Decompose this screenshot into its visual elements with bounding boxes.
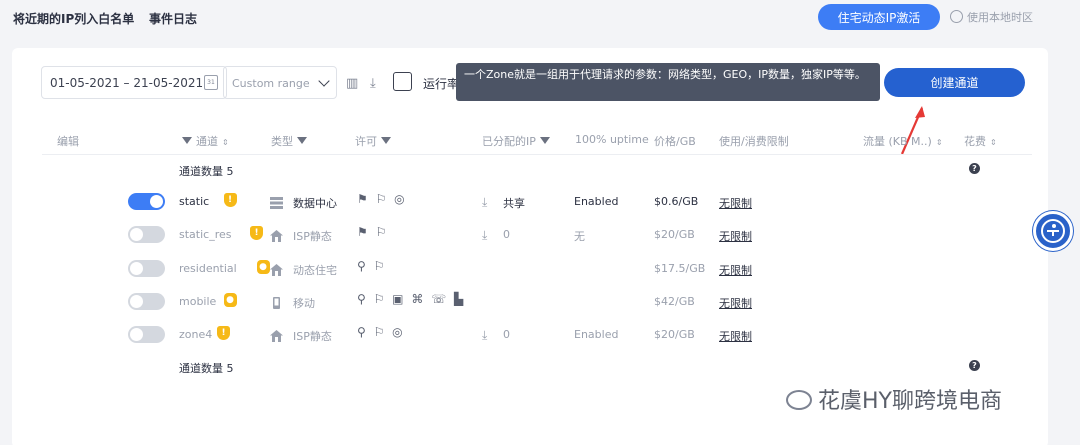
top-bar: 将近期的IP列入白名单 事件日志 住宅动态IP激活 使用本地时区 [0,0,1080,44]
zone-name[interactable]: zone4 [179,328,212,341]
activate-residential-button[interactable]: 住宅动态IP激活 [818,4,940,30]
permission-icons: ⚑ ⚐ [357,225,389,239]
zone-toggle[interactable] [128,226,165,243]
col-permit[interactable]: 许可 [355,133,395,149]
zone-type: 动态住宅 [293,264,337,277]
zone-price: $42/GB [654,295,695,308]
server-icon [270,194,283,209]
usage-limit-link[interactable]: 无限制 [719,328,752,344]
zone-name[interactable]: mobile [179,295,216,308]
lock-icon: ● [256,260,270,274]
zone-price: $0.6/GB [654,195,699,208]
sort-icon: ⇕ [990,138,997,147]
zone-price: $17.5/GB [654,262,706,275]
permission-icons: ⚲ ⚐ [357,259,387,273]
zone-count-top: 通道数量 5 [179,165,234,178]
zone-type: 移动 [293,297,315,310]
col-channel[interactable]: 通道 ⇕ [178,133,229,149]
col-price: 价格/GB [654,135,696,148]
uptime-status: Enabled [574,195,619,208]
home-icon [270,261,283,276]
col-edit: 编辑 [57,135,79,148]
lock-icon: ● [223,293,237,307]
assigned-ip: 0 [503,328,510,341]
chevron-down-icon [318,75,330,87]
zone-price: $20/GB [654,328,695,341]
download-icon[interactable]: ⤓ [482,228,487,243]
accessibility-icon [1041,219,1065,243]
zone-toggle[interactable] [128,293,165,310]
shield-icon: ! [217,326,230,340]
filter-icon[interactable] [297,137,307,144]
filter-icon[interactable] [182,137,192,144]
filter-icon[interactable] [381,137,391,144]
col-cost[interactable]: 花费 ⇕ [964,133,997,149]
zone-price: $20/GB [654,228,695,241]
help-icon[interactable]: ? [969,163,980,174]
zone-tooltip: 一个Zone就是一组用于代理请求的参数：网络类型，GEO，IP数量，独家IP等等… [456,63,880,101]
local-timezone-toggle[interactable]: 使用本地时区 [950,9,1033,25]
watermark: 花虞HY聊跨境电商 [786,383,1002,415]
col-type[interactable]: 类型 [271,133,311,149]
zone-name[interactable]: static_res [179,228,231,241]
usage-limit-link[interactable]: 无限制 [719,195,752,211]
col-traffic[interactable]: 流量 (KB M..) ⇕ [863,133,943,149]
home-icon [270,327,283,342]
usage-limit-link[interactable]: 无限制 [719,295,752,311]
zone-toggle[interactable] [128,326,165,343]
permission-icons: ⚲ ⚐ ▣ ⌘ ☏ ▙ [357,292,466,306]
event-log-link[interactable]: 事件日志 [149,10,197,27]
create-zone-button[interactable]: 创建通道 [884,68,1025,97]
table-header: 编辑 通道 ⇕ 类型 许可 已分配的IP 100% uptime 价格/GB 使用… [42,131,1032,155]
zone-row[interactable]: zone4 ! ISP静态 ⚲ ⚐ ◎ ⤓ 0 Enabled $20/GB 无… [12,316,1048,349]
download-icon[interactable]: ⤓ [370,76,376,91]
zone-type: 数据中心 [293,197,337,210]
download-icon[interactable]: ⤓ [482,195,487,210]
zone-type: ISP静态 [293,230,332,243]
globe-icon [950,10,963,23]
usage-limit-link[interactable]: 无限制 [719,262,752,278]
zone-row[interactable]: static ! 数据中心 ⚑ ⚐ ◎ ⤓ 共享 Enabled $0.6/GB… [12,183,1048,216]
sort-icon: ⇕ [935,138,943,147]
date-range-value: 01-05-2021 – 21-05-2021 [50,76,204,90]
zone-row[interactable]: static_res ! ISP静态 ⚑ ⚐ ⤓ 0 无 $20/GB 无限制 [12,216,1048,249]
columns-icon[interactable]: ▥ [346,76,358,91]
zone-name[interactable]: residential [179,262,237,275]
download-icon[interactable]: ⤓ [482,328,487,343]
assigned-ip: 共享 [503,197,525,210]
shield-icon: ! [223,193,237,207]
sort-icon: ⇕ [222,138,229,147]
col-assigned-ip[interactable]: 已分配的IP [482,133,554,149]
run-rate-checkbox[interactable] [393,72,412,91]
permission-icons: ⚲ ⚐ ◎ [357,325,405,339]
phone-icon [270,294,283,309]
run-rate-label: 运行率 [423,77,460,91]
custom-range-placeholder: Custom range [232,77,310,90]
col-uptime: 100% uptime [575,133,649,146]
zone-row[interactable]: mobile ● 移动 ⚲ ⚐ ▣ ⌘ ☏ ▙ $42/GB 无限制 [12,283,1048,316]
help-icon[interactable]: ? [969,360,980,371]
local-timezone-label: 使用本地时区 [967,11,1033,24]
calendar-icon: 31 [204,75,218,90]
permission-icons: ⚑ ⚐ ◎ [357,192,407,206]
date-range-picker[interactable]: 01-05-2021 – 21-05-2021 31 [41,66,227,99]
filter-icon[interactable] [539,137,550,144]
zone-type: ISP静态 [293,330,332,343]
zone-toggle[interactable] [128,193,165,210]
uptime-status: Enabled [574,328,619,341]
usage-limit-link[interactable]: 无限制 [719,228,752,244]
home-icon [270,227,283,242]
wechat-icon [786,390,812,410]
whitelist-link[interactable]: 将近期的IP列入白名单 [13,10,134,27]
zone-row[interactable]: residential ● 动态住宅 ⚲ ⚐ $17.5/GB 无限制 [12,250,1048,283]
zone-count-bottom: 通道数量 5 [179,362,234,375]
custom-range-select[interactable]: Custom range [223,66,337,99]
shield-icon: ! [250,226,263,240]
col-usage-limit: 使用/消费限制 [719,135,789,148]
uptime-status: 无 [574,230,585,243]
zone-name[interactable]: static [179,195,209,208]
zone-toggle[interactable] [128,260,165,277]
accessibility-button[interactable] [1033,211,1073,251]
assigned-ip: 0 [503,228,510,241]
